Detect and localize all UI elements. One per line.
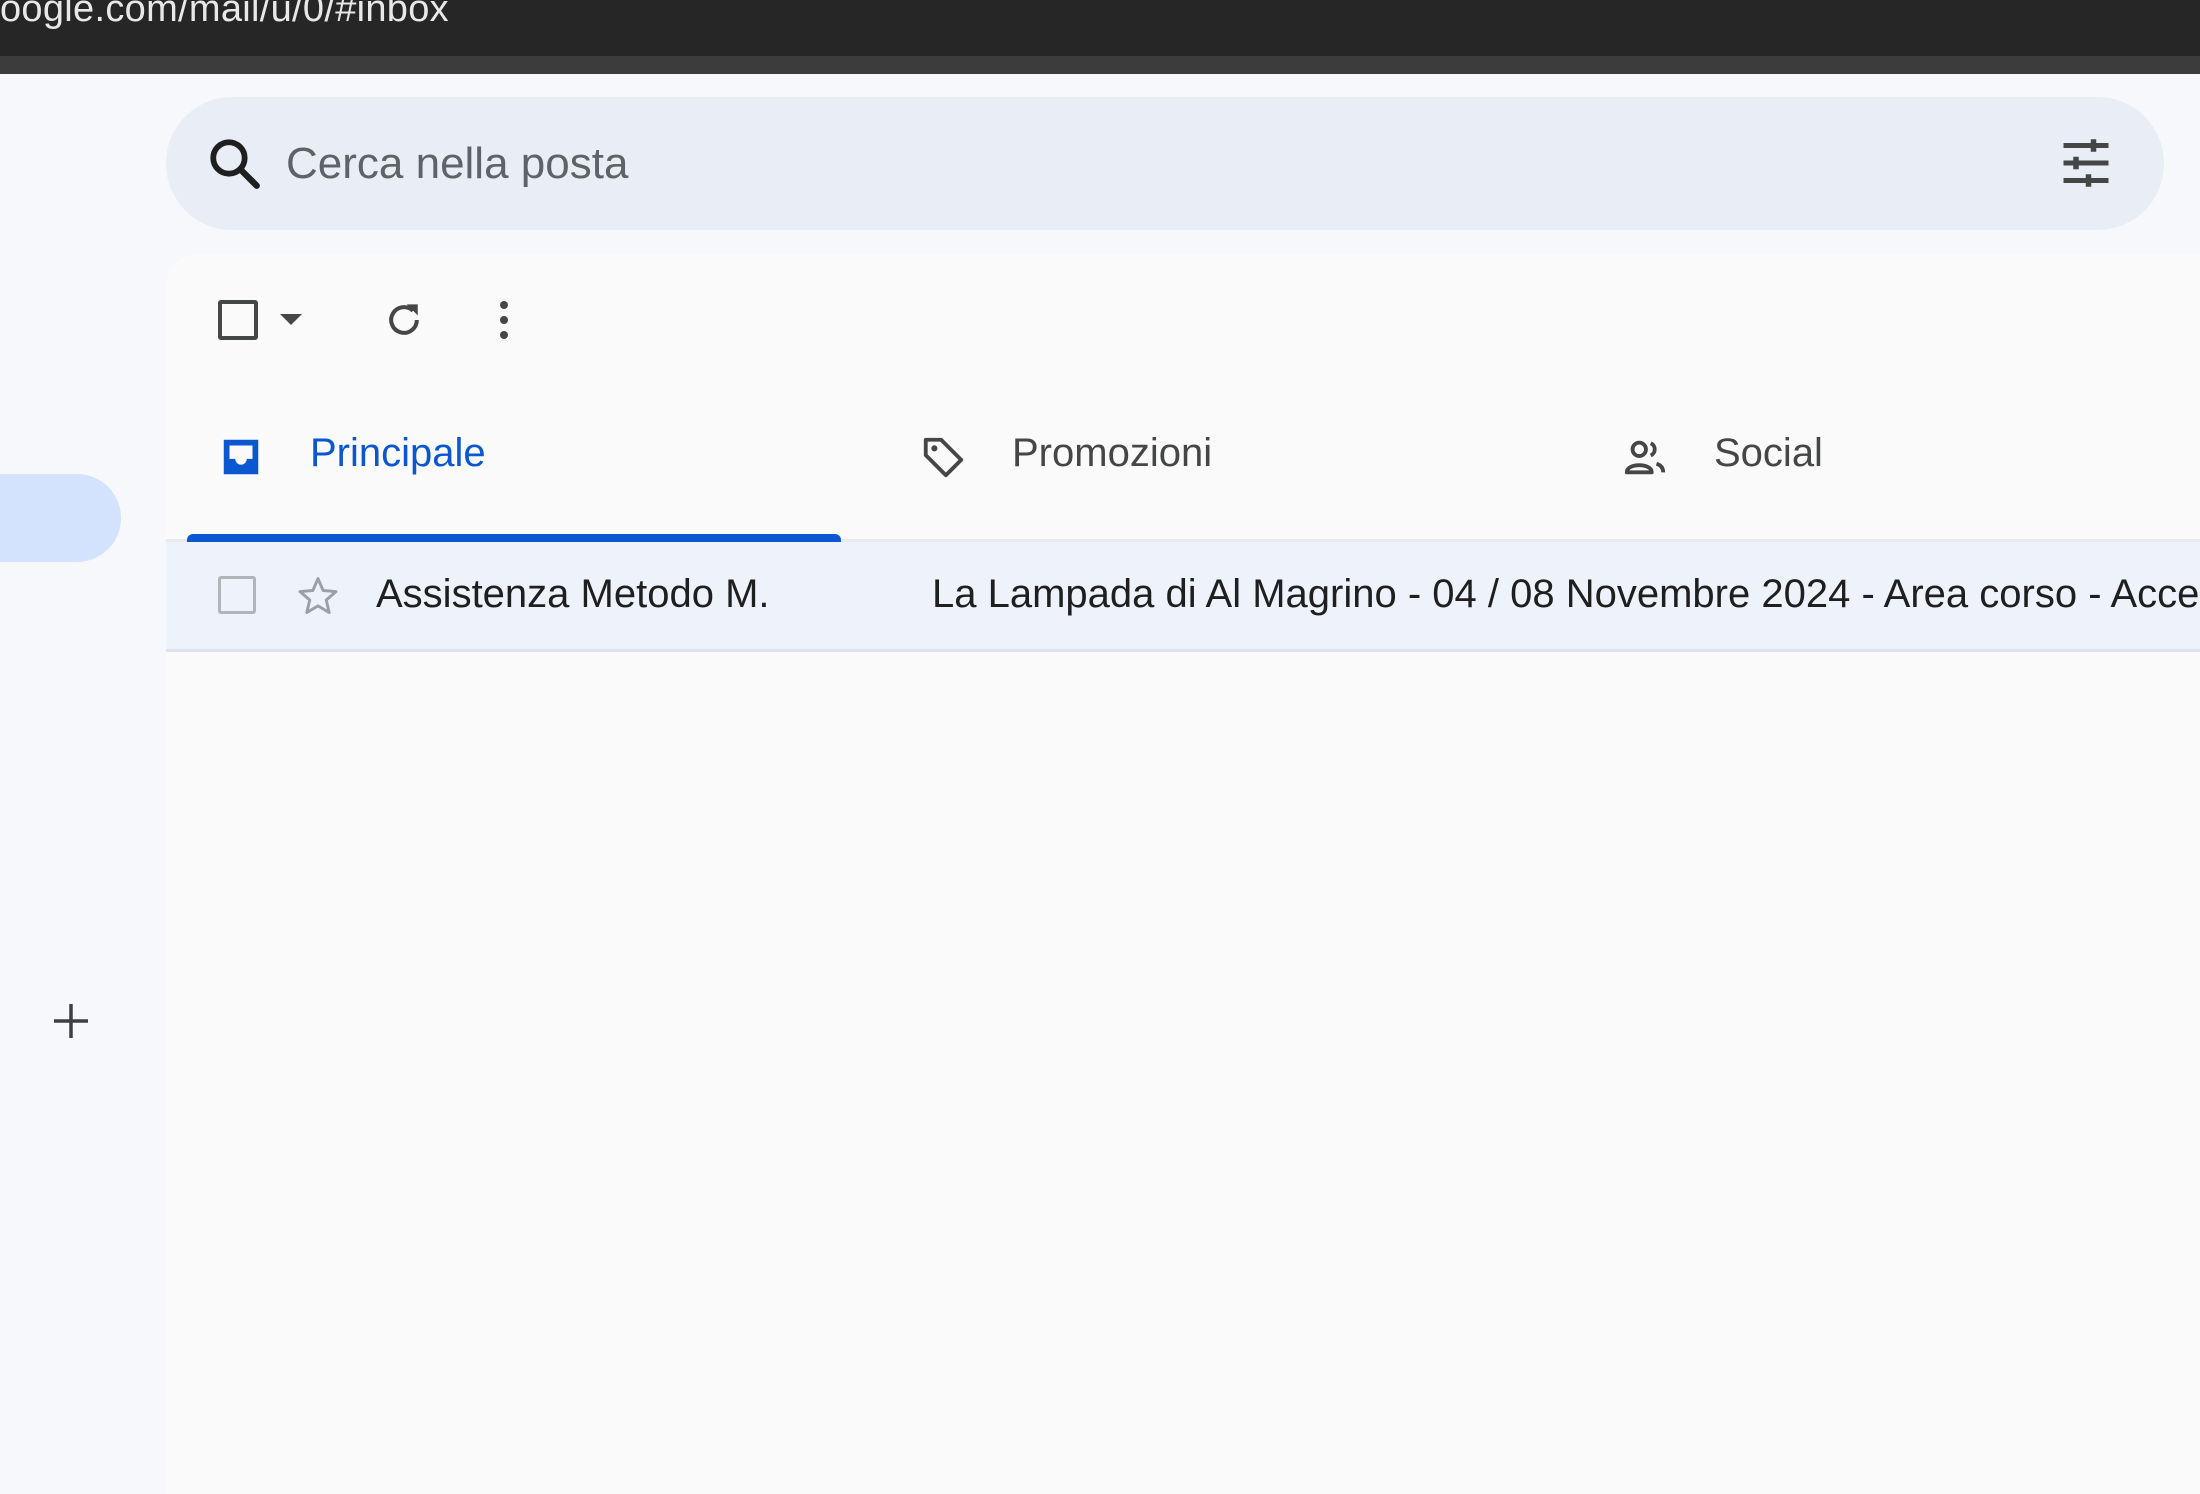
email-row-checkbox[interactable] (218, 576, 256, 614)
email-sender: Assistenza Metodo M. (376, 572, 770, 616)
mail-list-panel: Principale Promozioni Social Assistenza … (166, 254, 2200, 1494)
tab-promozioni[interactable]: Promozioni (868, 394, 1568, 514)
tab-label: Promozioni (1012, 431, 1213, 475)
people-icon (1624, 440, 1666, 475)
email-subject: La Lampada di Al Magrino - 04 / 08 Novem… (932, 572, 2200, 616)
browser-toolbar-strip (0, 56, 2200, 74)
search-input[interactable] (286, 97, 1986, 230)
refresh-icon[interactable] (382, 298, 426, 342)
url-text[interactable]: oogle.com/mail/u/0/#inbox (0, 0, 449, 31)
search-bar[interactable] (166, 97, 2164, 230)
tab-social[interactable]: Social (1570, 394, 2200, 514)
inbox-icon (223, 439, 259, 475)
tab-label: Social (1714, 431, 1823, 475)
more-vert-icon[interactable] (494, 298, 514, 342)
sidebar-item-inbox[interactable] (0, 474, 121, 562)
tune-icon[interactable] (2056, 133, 2116, 193)
search-icon[interactable] (206, 135, 264, 193)
email-row[interactable]: Assistenza Metodo M. La Lampada di Al Ma… (166, 542, 2200, 652)
caret-down-icon[interactable] (278, 312, 304, 328)
browser-address-bar[interactable]: oogle.com/mail/u/0/#inbox (0, 0, 2200, 56)
select-all-checkbox[interactable] (218, 300, 258, 340)
active-tab-indicator (187, 534, 841, 542)
tab-label: Principale (310, 431, 486, 475)
plus-icon[interactable] (50, 1000, 92, 1042)
tag-icon (923, 437, 964, 478)
star-icon[interactable] (295, 574, 341, 618)
tab-principale[interactable]: Principale (166, 394, 866, 514)
